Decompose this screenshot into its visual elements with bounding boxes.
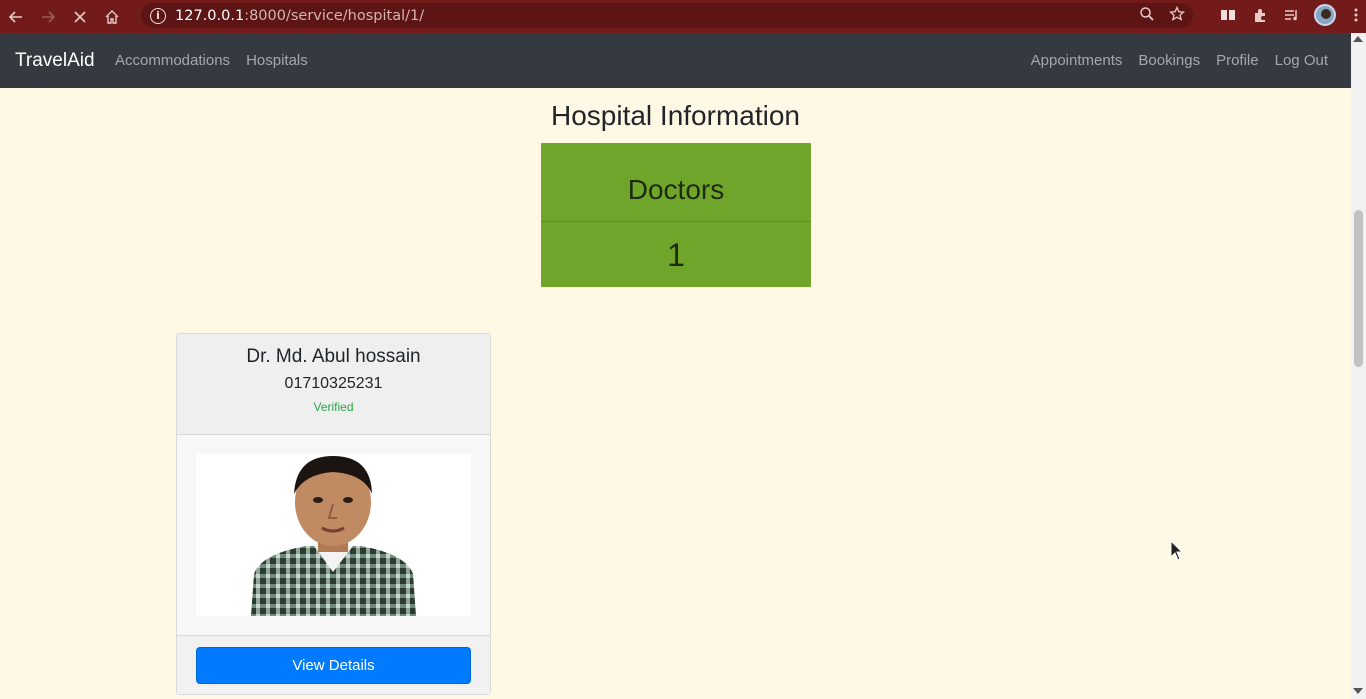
nav-left: Accommodations Hospitals bbox=[115, 52, 308, 69]
site-navbar: TravelAid Accommodations Hospitals Appoi… bbox=[0, 33, 1351, 88]
scroll-up-arrow[interactable] bbox=[1353, 36, 1363, 42]
profile-avatar[interactable] bbox=[1314, 4, 1336, 26]
doctor-name: Dr. Md. Abul hossain bbox=[246, 346, 421, 367]
brand-logo[interactable]: TravelAid bbox=[15, 50, 95, 72]
nav-hospitals[interactable]: Hospitals bbox=[246, 52, 308, 69]
card-header: Dr. Md. Abul hossain 01710325231 Verifie… bbox=[177, 334, 490, 435]
extensions-icon[interactable] bbox=[1244, 0, 1276, 30]
page-title: Hospital Information bbox=[550, 100, 800, 131]
scrollbar-thumb[interactable] bbox=[1354, 210, 1363, 367]
browser-actions bbox=[1212, 0, 1366, 30]
stop-icon[interactable] bbox=[64, 2, 96, 32]
stat-label: Doctors bbox=[541, 143, 811, 222]
back-icon[interactable] bbox=[0, 2, 32, 32]
mouse-cursor-icon bbox=[1170, 539, 1184, 567]
card-footer: View Details bbox=[177, 635, 490, 694]
doctor-card: Dr. Md. Abul hossain 01710325231 Verifie… bbox=[176, 333, 491, 695]
scroll-down-arrow[interactable] bbox=[1353, 688, 1363, 694]
nav-accommodations[interactable]: Accommodations bbox=[115, 52, 230, 69]
star-icon[interactable] bbox=[1168, 5, 1186, 27]
nav-appointments[interactable]: Appointments bbox=[1031, 52, 1123, 69]
verified-badge: Verified bbox=[313, 400, 354, 414]
reading-list-icon[interactable] bbox=[1212, 0, 1244, 30]
nav-right: Appointments Bookings Profile Log Out bbox=[1031, 52, 1328, 69]
menu-icon[interactable] bbox=[1346, 0, 1366, 30]
doctor-phone: 01710325231 bbox=[284, 375, 383, 392]
stat-value: 1 bbox=[667, 237, 685, 273]
nav-bookings[interactable]: Bookings bbox=[1138, 52, 1200, 69]
doctor-photo bbox=[196, 454, 471, 616]
zoom-icon[interactable] bbox=[1139, 6, 1155, 27]
forward-icon[interactable] bbox=[32, 2, 64, 32]
media-icon[interactable] bbox=[1276, 0, 1308, 30]
nav-profile[interactable]: Profile bbox=[1216, 52, 1259, 69]
view-details-button[interactable]: View Details bbox=[196, 647, 471, 684]
url-text[interactable]: 127.0.0.1:8000/service/hospital/1/ bbox=[175, 8, 424, 24]
home-icon[interactable] bbox=[96, 2, 128, 32]
address-bar[interactable]: i 127.0.0.1:8000/service/hospital/1/ bbox=[141, 3, 1193, 28]
nav-logout[interactable]: Log Out bbox=[1275, 52, 1328, 69]
doctors-stat-box: Doctors 1 bbox=[541, 143, 811, 287]
info-icon[interactable]: i bbox=[150, 7, 166, 24]
